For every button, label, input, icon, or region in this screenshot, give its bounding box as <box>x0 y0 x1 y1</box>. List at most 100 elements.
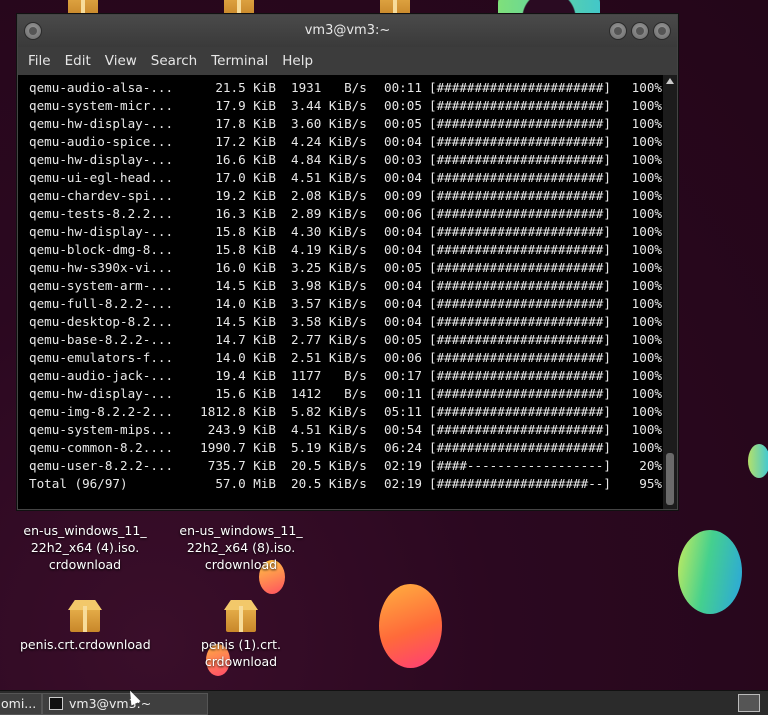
row-speed: 3.98 KiB/s <box>291 278 367 293</box>
row-speed: 1412 B/s <box>291 386 367 401</box>
desktop-file-crt[interactable]: penis.crt.crdownload <box>20 600 151 653</box>
menu-help[interactable]: Help <box>275 53 320 69</box>
row-speed: 2.08 KiB/s <box>291 188 367 203</box>
row-pct: 100% <box>631 170 662 185</box>
row-pct: 20% <box>639 458 662 473</box>
close-icon[interactable] <box>653 22 671 40</box>
row-bar: [######################] <box>429 224 611 239</box>
row-pct: 100% <box>631 314 662 329</box>
terminal-icon <box>49 697 63 710</box>
row-speed: 4.84 KiB/s <box>291 152 367 167</box>
row-size: 16.0 KiB <box>215 260 276 275</box>
menu-file[interactable]: File <box>21 53 58 69</box>
row-name: qemu-ui-egl-head... <box>29 170 174 185</box>
row-pct: 100% <box>631 242 662 257</box>
row-name: qemu-audio-spice... <box>29 134 174 149</box>
row-name: qemu-emulators-f... <box>29 350 174 365</box>
row-name: qemu-system-arm-... <box>29 278 174 293</box>
show-desktop-icon[interactable] <box>738 694 760 712</box>
row-name: qemu-hw-display-... <box>29 386 174 401</box>
row-bar: [######################] <box>429 368 611 383</box>
row-speed: 2.77 KiB/s <box>291 332 367 347</box>
row-speed: 4.19 KiB/s <box>291 242 367 257</box>
row-bar: [######################] <box>429 350 611 365</box>
minimize-icon[interactable] <box>609 22 627 40</box>
row-bar: [######################] <box>429 260 611 275</box>
row-speed: 3.60 KiB/s <box>291 116 367 131</box>
row-bar: [######################] <box>429 152 611 167</box>
menu-terminal[interactable]: Terminal <box>204 53 275 69</box>
row-name: qemu-hw-display-... <box>29 224 174 239</box>
row-bar: [######################] <box>429 116 611 131</box>
scrollbar-thumb[interactable] <box>666 453 674 505</box>
taskbar-item[interactable]: omi... <box>0 693 42 715</box>
menu-bar: File Edit View Search Terminal Help <box>18 47 677 75</box>
package-icon <box>68 600 102 632</box>
row-eta: 00:03 <box>384 152 422 167</box>
row-size: 21.5 KiB <box>215 80 276 95</box>
row-size: 15.8 KiB <box>215 224 276 239</box>
row-speed: 1177 B/s <box>291 368 367 383</box>
row-name: qemu-common-8.2.... <box>29 440 174 455</box>
row-bar: [######################] <box>429 422 611 437</box>
row-name: qemu-system-mips... <box>29 422 174 437</box>
row-bar: [####################--] <box>429 476 611 491</box>
row-name: qemu-hw-display-... <box>29 116 174 131</box>
row-name: qemu-tests-8.2.2... <box>29 206 174 221</box>
row-bar: [######################] <box>429 80 611 95</box>
row-size: 15.8 KiB <box>215 242 276 257</box>
row-eta: 00:06 <box>384 350 422 365</box>
row-speed: 4.30 KiB/s <box>291 224 367 239</box>
row-pct: 100% <box>631 368 662 383</box>
row-pct: 100% <box>631 260 662 275</box>
terminal-output[interactable]: qemu-audio-alsa-... 21.5 KiB 1931 B/s 00:11… <box>18 75 663 509</box>
desktop-file-crt-1[interactable]: penis (1).crt. crdownload <box>176 600 306 670</box>
row-speed: 3.25 KiB/s <box>291 260 367 275</box>
row-bar: [######################] <box>429 242 611 257</box>
row-size: 243.9 KiB <box>207 422 276 437</box>
row-size: 14.0 KiB <box>215 296 276 311</box>
row-size: 19.2 KiB <box>215 188 276 203</box>
row-eta: 00:04 <box>384 134 422 149</box>
row-size: 1990.7 KiB <box>200 440 276 455</box>
row-eta: 00:04 <box>384 278 422 293</box>
row-size: 14.0 KiB <box>215 350 276 365</box>
row-pct: 100% <box>631 206 662 221</box>
menu-search[interactable]: Search <box>144 53 204 69</box>
taskbar-item-terminal[interactable]: vm3@vm3:~ <box>42 693 208 715</box>
row-speed: 3.58 KiB/s <box>291 314 367 329</box>
row-eta: 00:11 <box>384 80 422 95</box>
row-pct: 100% <box>631 134 662 149</box>
row-name: qemu-block-dmg-8... <box>29 242 174 257</box>
row-eta: 02:19 <box>384 476 422 491</box>
row-name: qemu-chardev-spi... <box>29 188 174 203</box>
terminal-window[interactable]: vm3@vm3:~ File Edit View Search Terminal… <box>17 14 678 510</box>
row-bar: [######################] <box>429 404 611 419</box>
row-size: 17.8 KiB <box>215 116 276 131</box>
desktop-file-iso-8[interactable]: en-us_windows_11_ 22h2_x64 (8).iso. crdo… <box>176 522 306 573</box>
row-eta: 00:04 <box>384 296 422 311</box>
row-pct: 100% <box>631 386 662 401</box>
row-name: qemu-base-8.2.2-... <box>29 332 174 347</box>
desktop-file-iso-4[interactable]: en-us_windows_11_ 22h2_x64 (4).iso. crdo… <box>20 522 150 573</box>
row-pct: 100% <box>631 440 662 455</box>
maximize-icon[interactable] <box>631 22 649 40</box>
menu-edit[interactable]: Edit <box>58 53 98 69</box>
row-pct: 100% <box>631 422 662 437</box>
window-titlebar[interactable]: vm3@vm3:~ <box>18 15 677 47</box>
row-bar: [######################] <box>429 440 611 455</box>
scroll-up-icon[interactable] <box>666 78 674 84</box>
row-bar: [######################] <box>429 98 611 113</box>
row-speed: 3.57 KiB/s <box>291 296 367 311</box>
row-pct: 100% <box>631 116 662 131</box>
row-eta: 06:24 <box>384 440 422 455</box>
row-eta: 00:05 <box>384 332 422 347</box>
menu-view[interactable]: View <box>98 53 144 69</box>
row-eta: 00:04 <box>384 224 422 239</box>
package-icon <box>224 600 258 632</box>
row-name: qemu-hw-s390x-vi... <box>29 260 174 275</box>
terminal-scrollbar[interactable] <box>663 75 677 509</box>
wallpaper-ball <box>748 444 768 478</box>
row-eta: 00:04 <box>384 242 422 257</box>
row-pct: 100% <box>631 188 662 203</box>
